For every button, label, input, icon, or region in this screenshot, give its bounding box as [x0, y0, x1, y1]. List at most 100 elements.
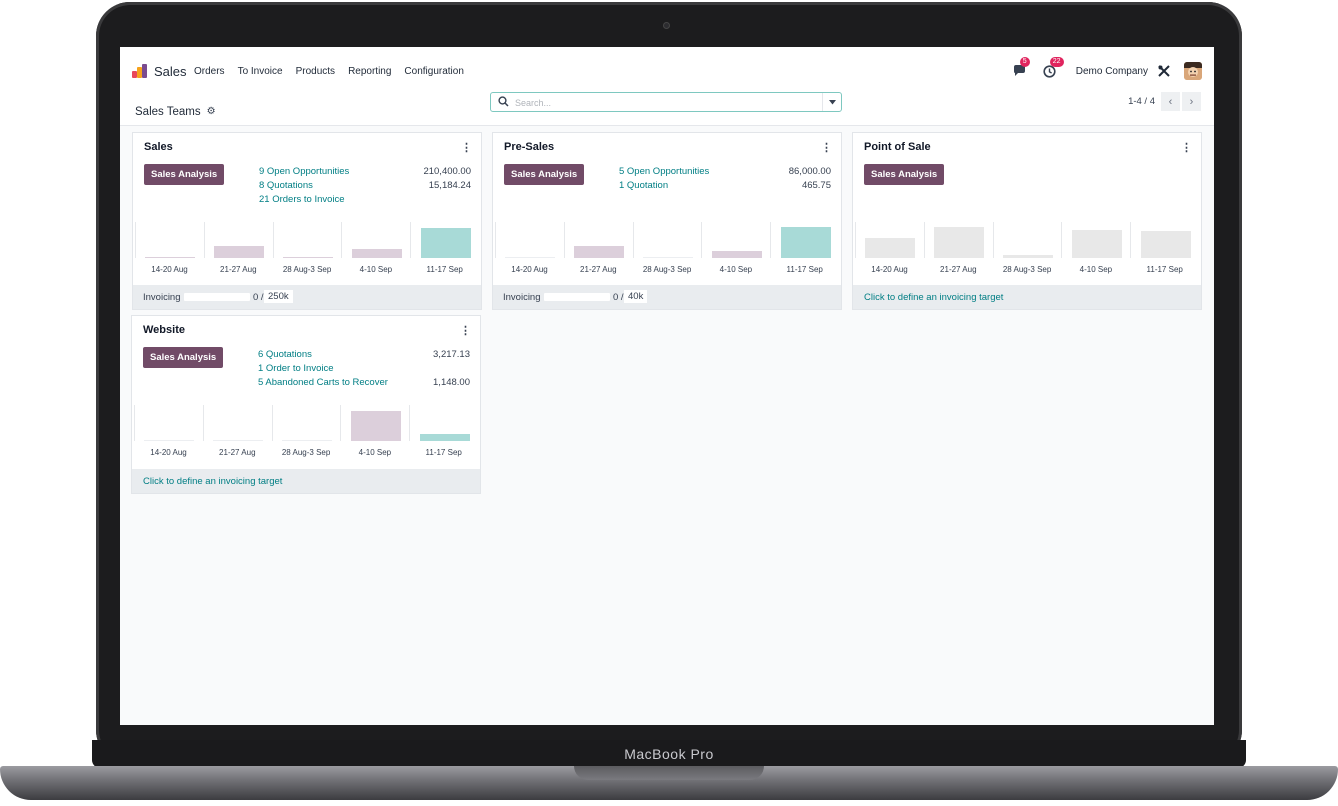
graph-week-label: 14-20 Aug: [871, 265, 908, 274]
define-invoicing-target-link[interactable]: Click to define an invoicing target: [143, 476, 282, 487]
stat-link[interactable]: 6 Quotations: [258, 349, 312, 360]
graph-column: [1130, 222, 1200, 258]
graph-week-label: 4-10 Sep: [719, 265, 753, 274]
weekly-sales-graph[interactable]: [495, 222, 839, 258]
graph-week-label: 11-17 Sep: [426, 265, 463, 274]
sales-analysis-button[interactable]: Sales Analysis: [144, 164, 225, 185]
user-avatar[interactable]: [1184, 62, 1202, 80]
graph-bar: [350, 410, 401, 441]
menu-configuration[interactable]: Configuration: [404, 66, 463, 77]
menu-products[interactable]: Products: [296, 66, 335, 77]
pager-next-button[interactable]: ›: [1182, 92, 1201, 111]
sales-analysis-button[interactable]: Sales Analysis: [864, 164, 945, 185]
graph-column: [134, 405, 204, 441]
sales-analysis-button[interactable]: Sales Analysis: [504, 164, 585, 185]
weekly-sales-graph[interactable]: [134, 405, 478, 441]
stat-row: 6 Quotations 3,217.13: [258, 349, 470, 363]
stat-value: 86,000.00: [788, 166, 831, 177]
gear-icon[interactable]: ⚙: [207, 106, 216, 117]
messages-button[interactable]: 5: [1010, 57, 1030, 81]
invoicing-target-field[interactable]: 40k: [624, 290, 648, 303]
page-title: Sales Teams: [135, 105, 201, 118]
graph-column: [202, 405, 273, 441]
activities-button[interactable]: 22: [1040, 57, 1064, 81]
invoicing-current: 0 /: [253, 292, 264, 303]
app-name[interactable]: Sales: [154, 64, 187, 79]
define-invoicing-target-link[interactable]: Click to define an invoicing target: [864, 292, 1003, 303]
pager-value[interactable]: 1-4 / 4: [1128, 96, 1155, 107]
graph-week-label: 21-27 Aug: [220, 265, 257, 274]
graph-column: [992, 222, 1063, 258]
graph-column: [770, 222, 840, 258]
graph-bar: [213, 440, 264, 441]
menu-reporting[interactable]: Reporting: [348, 66, 391, 77]
graph-bar: [711, 250, 762, 258]
team-name[interactable]: Point of Sale: [864, 141, 931, 153]
stat-link[interactable]: 5 Abandoned Carts to Recover: [258, 377, 388, 388]
sales-analysis-button[interactable]: Sales Analysis: [143, 347, 224, 368]
stat-row: 8 Quotations 15,184.24: [259, 180, 471, 194]
search-icon: [498, 96, 509, 107]
kebab-menu-icon[interactable]: ⋮: [1181, 141, 1192, 154]
pager: 1-4 / 4 ‹ ›: [1128, 92, 1201, 111]
graph-bar: [144, 440, 195, 441]
team-name[interactable]: Website: [143, 324, 185, 336]
kebab-menu-icon[interactable]: ⋮: [460, 324, 471, 337]
tools-icon: [1158, 65, 1170, 77]
graph-column: [855, 222, 925, 258]
stat-value: 15,184.24: [428, 180, 471, 191]
invoicing-target-field[interactable]: 250k: [264, 290, 293, 303]
team-name[interactable]: Sales: [144, 141, 173, 153]
team-card: Pre-Sales ⋮ Sales Analysis 5 Open Opportuni…: [492, 132, 842, 310]
stat-link[interactable]: 1 Order to Invoice: [258, 363, 334, 374]
main-menu: Orders To Invoice Products Reporting Con…: [194, 66, 477, 77]
search-bar: [490, 92, 842, 112]
graph-week-label: 21-27 Aug: [219, 448, 256, 457]
stat-link[interactable]: 1 Quotation: [619, 180, 668, 191]
stat-link[interactable]: 9 Open Opportunities: [259, 166, 349, 177]
kebab-menu-icon[interactable]: ⋮: [461, 141, 472, 154]
chevron-right-icon: ›: [1189, 95, 1194, 108]
debug-tools-button[interactable]: [1154, 61, 1174, 81]
messages-badge: 5: [1019, 57, 1030, 67]
graph-week-label: 21-27 Aug: [940, 265, 977, 274]
graph-week-label: 4-10 Sep: [359, 265, 393, 274]
stat-link[interactable]: 5 Open Opportunities: [619, 166, 709, 177]
card-footer: Click to define an invoicing target: [853, 285, 1201, 309]
weekly-sales-graph[interactable]: [855, 222, 1199, 258]
card-footer: Click to define an invoicing target: [132, 469, 480, 493]
graph-bar: [1071, 229, 1122, 258]
graph-bar: [419, 433, 470, 441]
stat-row: 5 Open Opportunities 86,000.00: [619, 166, 831, 180]
stat-row: 1 Order to Invoice: [258, 363, 470, 377]
graph-column: [341, 222, 411, 258]
graph-week-label: 4-10 Sep: [358, 448, 392, 457]
graph-week-label: 28 Aug-3 Sep: [1002, 265, 1052, 274]
activities-badge: 22: [1049, 57, 1064, 67]
graph-column: [495, 222, 565, 258]
graph-bar: [780, 226, 831, 258]
graph-week-label: 28 Aug-3 Sep: [282, 265, 332, 274]
graph-week-label: 28 Aug-3 Sep: [281, 448, 331, 457]
team-name[interactable]: Pre-Sales: [504, 141, 554, 153]
graph-bar: [642, 257, 693, 258]
graph-week-label: 21-27 Aug: [580, 265, 617, 274]
kebab-menu-icon[interactable]: ⋮: [821, 141, 832, 154]
menu-orders[interactable]: Orders: [194, 66, 225, 77]
sales-app-icon[interactable]: [132, 64, 148, 78]
stat-link[interactable]: 8 Quotations: [259, 180, 313, 191]
menu-to-invoice[interactable]: To Invoice: [238, 66, 283, 77]
stat-row: 21 Orders to Invoice: [259, 194, 471, 208]
invoicing-label: Invoicing: [503, 292, 541, 303]
graph-week-label: 11-17 Sep: [786, 265, 823, 274]
search-input[interactable]: [513, 94, 817, 112]
pager-previous-button[interactable]: ‹: [1161, 92, 1180, 111]
breadcrumb: Sales Teams ⚙: [135, 95, 216, 128]
search-options-toggle[interactable]: [822, 93, 841, 111]
navbar: Sales Orders To Invoice Products Reporti…: [120, 47, 1214, 95]
weekly-sales-graph[interactable]: [135, 222, 479, 258]
graph-column: [632, 222, 703, 258]
company-switcher[interactable]: Demo Company: [1076, 66, 1148, 77]
team-stats: 6 Quotations 3,217.13 1 Order to Invoice 5 …: [258, 349, 470, 391]
stat-link[interactable]: 21 Orders to Invoice: [259, 194, 345, 205]
